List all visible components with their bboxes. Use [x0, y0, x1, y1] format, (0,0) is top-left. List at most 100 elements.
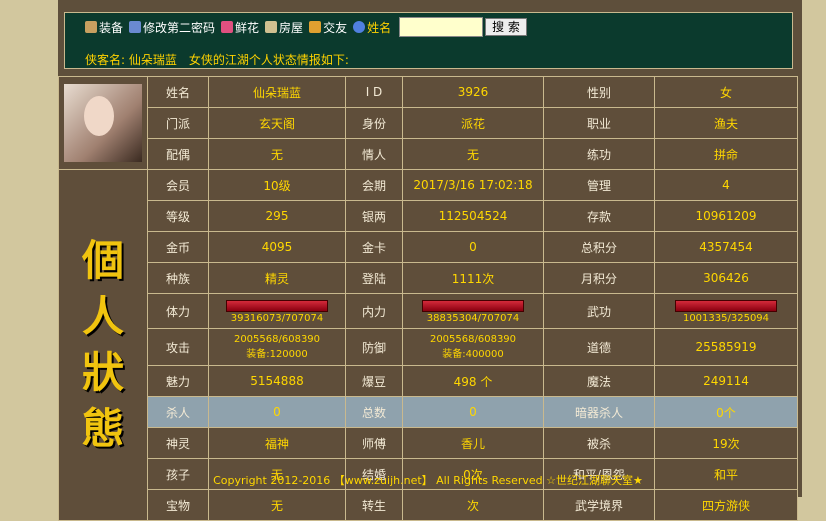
label-cell: 武功	[543, 293, 655, 329]
label-cell: 会期	[345, 169, 403, 201]
table-row: 攻击 2005568/608390 装备:120000 防御 2005568/60…	[59, 328, 798, 366]
label-cell: 杀人	[147, 396, 209, 428]
value-cell: 10级	[208, 169, 346, 201]
value-cell: 渔夫	[654, 107, 798, 139]
label-cell: 存款	[543, 200, 655, 232]
menu-house[interactable]: 房屋	[265, 19, 303, 36]
value-cell: 女	[654, 76, 798, 108]
label-cell: 道德	[543, 328, 655, 366]
menu-change-password[interactable]: 修改第二密码	[129, 19, 215, 36]
table-row: 体力 39316073/707074 内力 38835304/707074 武功…	[59, 293, 798, 329]
defense-equip: 装备:400000	[442, 349, 504, 360]
house-icon	[265, 21, 278, 33]
gift-icon	[309, 21, 322, 33]
name-search-input[interactable]	[399, 17, 484, 37]
mp-bar	[422, 300, 524, 312]
value-cell: 0	[208, 396, 346, 428]
search-button[interactable]: 搜 索	[485, 18, 527, 36]
status-info-line: 侠客名: 仙朵瑞蓝 女侠的江湖个人状态情报如下:	[85, 53, 349, 67]
value-cell: 295	[208, 200, 346, 232]
label-cell: 总数	[345, 396, 403, 428]
value-cell: 次	[402, 489, 544, 521]
value-cell: 4095	[208, 231, 346, 263]
attack-cell: 2005568/608390 装备:120000	[208, 328, 346, 366]
label-cell: 性别	[543, 76, 655, 108]
value-cell: 精灵	[208, 262, 346, 294]
value-cell: 福神	[208, 427, 346, 459]
label-cell: 总积分	[543, 231, 655, 263]
label-cell: 种族	[147, 262, 209, 294]
table-row: 等级 295 银两 112504524 存款 10961209	[59, 200, 798, 232]
label-cell: 暗器杀人	[543, 396, 655, 428]
value-cell: 4	[654, 169, 798, 201]
label-cell: I D	[345, 76, 403, 108]
label-cell: 爆豆	[345, 365, 403, 397]
realm-link[interactable]: 四方游侠	[654, 489, 798, 521]
value-cell: 5154888	[208, 365, 346, 397]
label-cell: 门派	[147, 107, 209, 139]
value-cell: 25585919	[654, 328, 798, 366]
label-cell: 职业	[543, 107, 655, 139]
label-cell: 防御	[345, 328, 403, 366]
label-cell: 魅力	[147, 365, 209, 397]
table-row: 神灵 福神 师傅 香儿 被杀 19次	[59, 427, 798, 459]
table-row: 魅力 5154888 爆豆 498 个 魔法 249114	[59, 365, 798, 397]
table-row: 宝物 无 转生 次 武学境界 四方游侠	[59, 489, 798, 521]
label-cell: 师傅	[345, 427, 403, 459]
mp-value: 38835304/707074	[426, 313, 520, 324]
defense-cell: 2005568/608390 装备:400000	[402, 328, 544, 366]
top-navigation-panel: 装备 修改第二密码 鲜花 房屋 交友 姓名 搜 索 侠客名: 仙朵瑞蓝 女侠的江…	[64, 12, 793, 69]
value-cell: 2017/3/16 17:02:18	[402, 169, 544, 201]
value-cell: 19次	[654, 427, 798, 459]
label-cell: 登陆	[345, 262, 403, 294]
label-cell: 身份	[345, 107, 403, 139]
label-cell: 管理	[543, 169, 655, 201]
value-cell: 仙朵瑞蓝	[208, 76, 346, 108]
value-cell: 0个	[654, 396, 798, 428]
password-icon	[129, 21, 142, 33]
value-cell: 香儿	[402, 427, 544, 459]
menu-name-search[interactable]: 姓名	[353, 19, 391, 36]
flower-icon	[221, 21, 234, 33]
table-row: 种族 精灵 登陆 1111次 月积分 306426	[59, 262, 798, 294]
hp-cell: 39316073/707074	[208, 293, 346, 329]
menu-flower[interactable]: 鲜花	[221, 19, 259, 36]
value-cell: 无	[402, 138, 544, 170]
equipment-icon	[85, 21, 97, 33]
avatar-cell	[58, 76, 148, 170]
search-name-icon	[353, 21, 366, 33]
value-cell: 0	[402, 231, 544, 263]
label-cell: 体力	[147, 293, 209, 329]
label-cell: 魔法	[543, 365, 655, 397]
avatar	[64, 84, 142, 162]
label-cell: 金币	[147, 231, 209, 263]
table-row: 门派 玄天阁 身份 派花 职业 渔夫	[59, 107, 798, 139]
status-table: 姓名 仙朵瑞蓝 I D 3926 性别 女 门派 玄天阁 身份 派花 职业 渔夫…	[58, 76, 798, 521]
menu-friends[interactable]: 交友	[309, 19, 347, 36]
value-cell: 玄天阁	[208, 107, 346, 139]
side-title-char: 狀	[81, 348, 124, 397]
table-row: 個 人 狀 態 会员 10级 会期 2017/3/16 17:02:18 管理 …	[58, 169, 798, 521]
label-cell: 武学境界	[543, 489, 655, 521]
value-cell: 249114	[654, 365, 798, 397]
menu-equipment[interactable]: 装备	[85, 19, 123, 36]
table-row: 金币 4095 金卡 0 总积分 4357454	[59, 231, 798, 263]
defense-value: 2005568/608390	[429, 334, 517, 345]
label-cell: 银两	[345, 200, 403, 232]
top-menu: 装备 修改第二密码 鲜花 房屋 交友 姓名 搜 索	[85, 17, 527, 37]
value-cell: 4357454	[654, 231, 798, 263]
value-cell: 10961209	[654, 200, 798, 232]
kungfu-value: 1001335/325094	[682, 313, 770, 324]
value-cell: 3926	[402, 76, 544, 108]
label-cell: 练功	[543, 138, 655, 170]
side-title-char: 態	[81, 404, 124, 453]
value-cell: 无	[208, 138, 346, 170]
value-cell: 306426	[654, 262, 798, 294]
label-cell: 配偶	[147, 138, 209, 170]
label-cell: 等级	[147, 200, 209, 232]
value-cell: 0	[402, 396, 544, 428]
label-cell: 姓名	[147, 76, 209, 108]
label-cell: 会员	[147, 169, 209, 201]
label-cell: 被杀	[543, 427, 655, 459]
label-cell: 月积分	[543, 262, 655, 294]
